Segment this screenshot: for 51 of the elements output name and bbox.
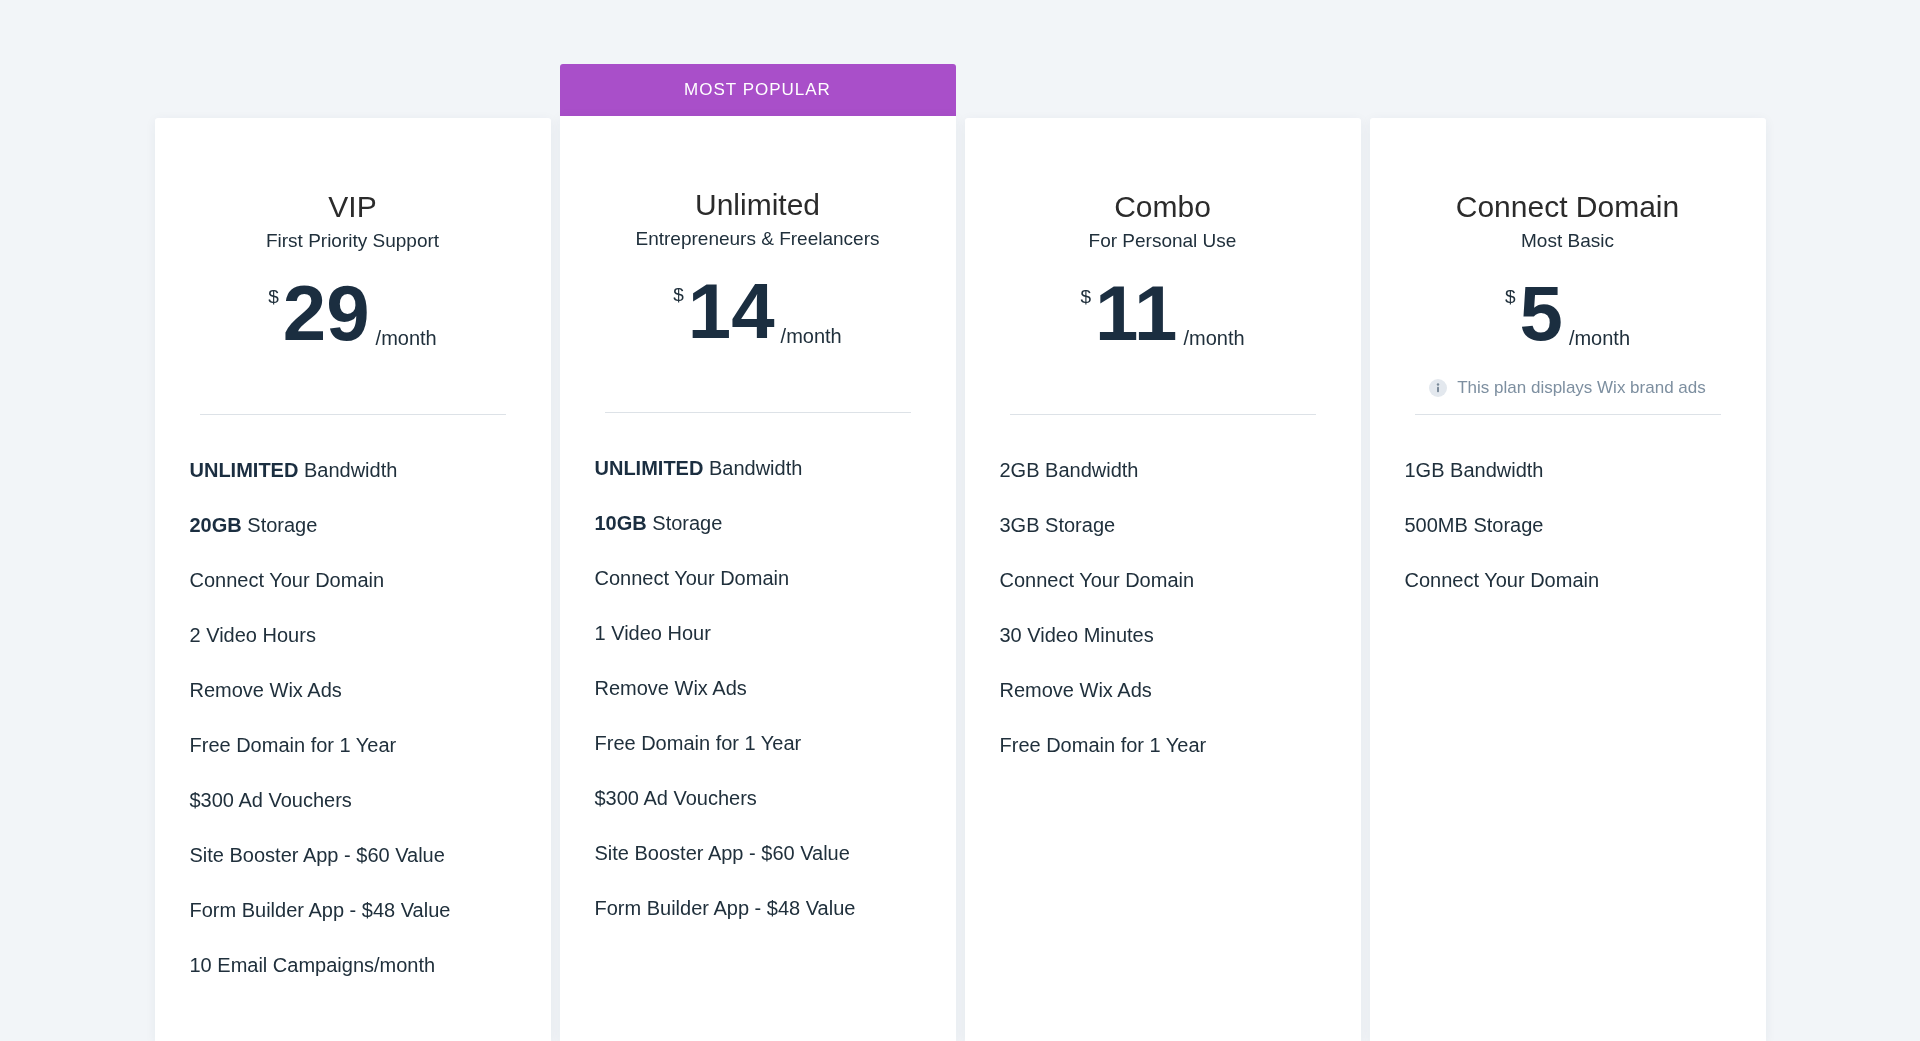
feature-item: Form Builder App - $48 Value	[189, 898, 451, 923]
plan-subtitle: Most Basic	[1520, 230, 1615, 252]
feature-item: 1 Video Hour	[594, 621, 711, 646]
plan-title: Unlimited	[693, 187, 821, 223]
feature-item: UNLIMITED Bandwidth	[594, 456, 803, 481]
info-icon	[1429, 379, 1448, 397]
feature-item: Connect Your Domain	[1404, 568, 1600, 593]
currency-symbol: $	[1504, 286, 1516, 308]
feature-item: Free Domain for 1 Year	[189, 733, 397, 758]
feature-item: 10GB Storage	[594, 511, 723, 536]
feature-item: Site Booster App - $60 Value	[189, 843, 445, 868]
plan-subtitle: Entrepreneurs & Freelancers	[634, 228, 881, 250]
feature-item: Connect Your Domain	[999, 568, 1195, 593]
feature-item: Connect Your Domain	[594, 566, 790, 591]
most-popular-banner: MOST POPULAR	[559, 64, 956, 116]
feature-item: 2GB Bandwidth	[999, 458, 1139, 483]
feature-item: $300 Ad Vouchers	[594, 786, 757, 811]
currency-symbol: $	[268, 286, 279, 308]
feature-item: Free Domain for 1 Year	[999, 733, 1207, 758]
price-period: /month	[1183, 327, 1245, 350]
feature-item: Remove Wix Ads	[999, 678, 1152, 703]
price-period: /month	[1568, 327, 1631, 350]
price-amount: 29	[282, 272, 370, 354]
feature-item: 30 Video Minutes	[999, 623, 1154, 648]
plan-subtitle: For Personal Use	[1087, 230, 1238, 252]
feature-item: Remove Wix Ads	[189, 678, 342, 703]
currency-symbol: $	[1080, 286, 1091, 308]
feature-item: Form Builder App - $48 Value	[594, 896, 856, 921]
feature-item: Connect Your Domain	[189, 568, 385, 593]
plan-title: Combo	[1113, 189, 1212, 225]
feature-item: Free Domain for 1 Year	[594, 731, 802, 756]
feature-item: 1GB Bandwidth	[1404, 458, 1544, 483]
feature-item: 10 Email Campaigns/month	[189, 953, 436, 978]
feature-item: 3GB Storage	[999, 513, 1116, 538]
currency-symbol: $	[673, 284, 684, 306]
feature-item: UNLIMITED Bandwidth	[189, 458, 398, 483]
price-amount: 11	[1094, 272, 1178, 354]
plan-title: VIP	[327, 189, 378, 225]
price-period: /month	[780, 325, 842, 348]
feature-item: Site Booster App - $60 Value	[594, 841, 850, 866]
plan-subtitle: First Priority Support	[264, 230, 441, 252]
plan-title: Connect Domain	[1454, 189, 1681, 225]
price-amount: 5	[1519, 272, 1563, 354]
feature-item: 500MB Storage	[1404, 513, 1544, 538]
feature-item: $300 Ad Vouchers	[189, 788, 352, 813]
feature-item: 20GB Storage	[189, 513, 318, 538]
price-period: /month	[375, 327, 437, 350]
price-amount: 14	[687, 270, 775, 352]
feature-item: 2 Video Hours	[189, 623, 316, 648]
ads-note: This plan displays Wix brand ads	[1457, 378, 1706, 398]
feature-item: Remove Wix Ads	[594, 676, 747, 701]
